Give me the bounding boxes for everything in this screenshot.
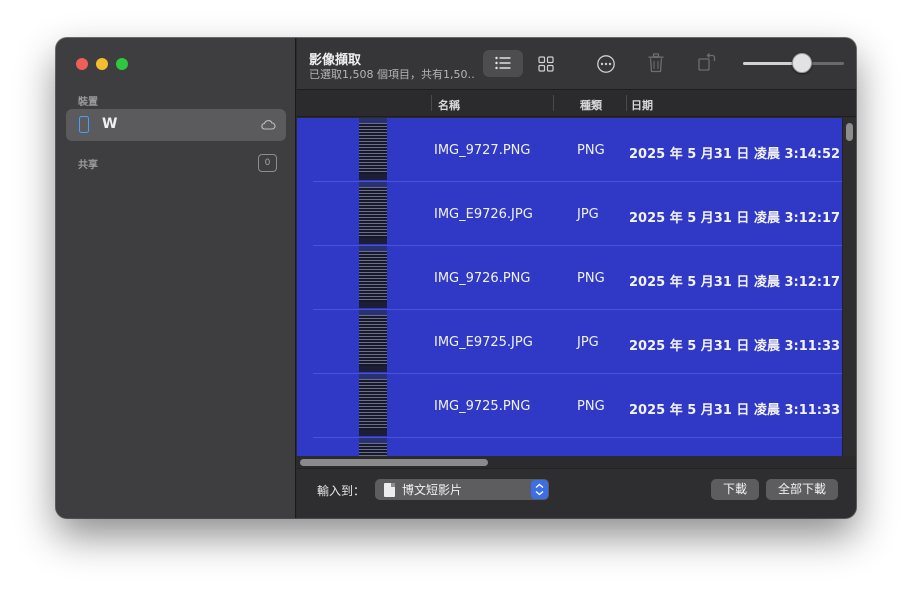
list-view-button[interactable] [483, 50, 523, 77]
file-kind: PNG [577, 399, 605, 414]
devices-heading: 裝置 [78, 97, 98, 108]
image-thumbnail [359, 246, 387, 308]
destination-popup[interactable]: 博文短影片 [375, 479, 549, 500]
app-window: 裝置 W 共享 0 影像擷取 已選取1,508 個項目，共有1,50… 名稱 種… [56, 38, 856, 518]
file-name: IMG_9726.PNG [434, 271, 531, 286]
column-separator [626, 95, 627, 111]
table-row[interactable]: IMG_E9725.JPG JPG 2025 年 5 月31 日 凌晨 3:11… [297, 310, 842, 374]
toolbar: 影像擷取 已選取1,508 個項目，共有1,50… [297, 38, 856, 90]
file-kind: JPG [577, 207, 599, 222]
vertical-scrollbar[interactable] [842, 118, 856, 456]
shared-heading: 共享 [78, 160, 98, 171]
table-row[interactable]: IMG_9725.PNG PNG 2025 年 5 月31 日 凌晨 3:11:… [297, 374, 842, 438]
horizontal-scrollbar[interactable] [297, 456, 842, 468]
file-date: 2025 年 5 月31 日 凌晨 3:12:17 [629, 211, 841, 226]
rotate-icon[interactable] [697, 52, 717, 72]
grid-view-button[interactable] [526, 50, 566, 77]
minimize-window-button[interactable] [96, 58, 108, 70]
main-panel: 影像擷取 已選取1,508 個項目，共有1,50… 名稱 種類 日期 IMG_9… [297, 38, 856, 518]
iphone-icon [79, 116, 89, 133]
sidebar-item-device[interactable]: W [66, 109, 286, 141]
file-date: 2025 年 5 月31 日 凌晨 3:12:17 [629, 275, 841, 290]
image-thumbnail [359, 310, 387, 372]
table-header: 名稱 種類 日期 [297, 91, 856, 117]
column-header-kind[interactable]: 種類 [580, 97, 602, 113]
chevron-up-down-icon [531, 480, 548, 499]
download-button[interactable]: 下載 [711, 479, 759, 500]
file-kind: JPG [577, 335, 599, 350]
sidebar: 裝置 W 共享 0 [56, 38, 296, 518]
file-date: 2025 年 5 月31 日 凌晨 3:11:33 [629, 403, 841, 418]
image-thumbnail [359, 438, 387, 456]
image-thumbnail [359, 374, 387, 436]
device-name: W [102, 116, 118, 132]
file-name: IMG_E9725.JPG [434, 335, 533, 350]
selection-summary: 已選取1,508 個項目，共有1,50… [309, 68, 475, 81]
file-name: IMG_9727.PNG [434, 143, 531, 158]
horizontal-scroll-thumb[interactable] [300, 459, 488, 466]
table-row[interactable]: IMG_E9726.JPG JPG 2025 年 5 月31 日 凌晨 3:12… [297, 182, 842, 246]
close-window-button[interactable] [76, 58, 88, 70]
column-separator [431, 95, 432, 111]
column-separator [553, 95, 554, 111]
file-kind: PNG [577, 271, 605, 286]
grid-view-icon [538, 56, 554, 72]
import-to-label: 輸入到： [317, 484, 366, 498]
maximize-window-button[interactable] [116, 58, 128, 70]
footer-bar: 輸入到： 博文短影片 下載 全部下載 [297, 468, 856, 518]
column-header-date[interactable]: 日期 [631, 97, 653, 113]
table-row[interactable]: IMG_9727.PNG PNG 2025 年 5 月31 日 凌晨 3:14:… [297, 118, 842, 182]
file-name: IMG_E9726.JPG [434, 207, 533, 222]
document-icon [384, 483, 395, 497]
download-all-button[interactable]: 全部下載 [766, 479, 838, 500]
file-name: IMG_9725.PNG [434, 399, 531, 414]
file-date: 2025 年 5 月31 日 凌晨 3:14:52 [629, 147, 841, 162]
column-header-name[interactable]: 名稱 [438, 97, 460, 113]
file-date: 2025 年 5 月31 日 凌晨 3:11:33 [629, 339, 841, 354]
trash-icon[interactable] [647, 53, 665, 73]
shared-count-badge: 0 [258, 154, 277, 172]
table-row[interactable]: IMG_9726.PNG PNG 2025 年 5 月31 日 凌晨 3:12:… [297, 246, 842, 310]
thumbnail-size-slider[interactable] [743, 53, 844, 73]
vertical-scroll-thumb[interactable] [846, 123, 853, 141]
file-kind: PNG [577, 143, 605, 158]
list-view-icon [495, 56, 511, 70]
file-list[interactable]: IMG_9727.PNG PNG 2025 年 5 月31 日 凌晨 3:14:… [297, 118, 842, 456]
ellipsis-circle-icon[interactable] [596, 54, 616, 74]
table-row[interactable] [297, 438, 842, 456]
image-thumbnail [359, 118, 387, 180]
image-thumbnail [359, 182, 387, 244]
cloud-icon [261, 120, 276, 130]
slider-knob[interactable] [791, 53, 812, 73]
destination-label: 博文短影片 [402, 483, 463, 497]
